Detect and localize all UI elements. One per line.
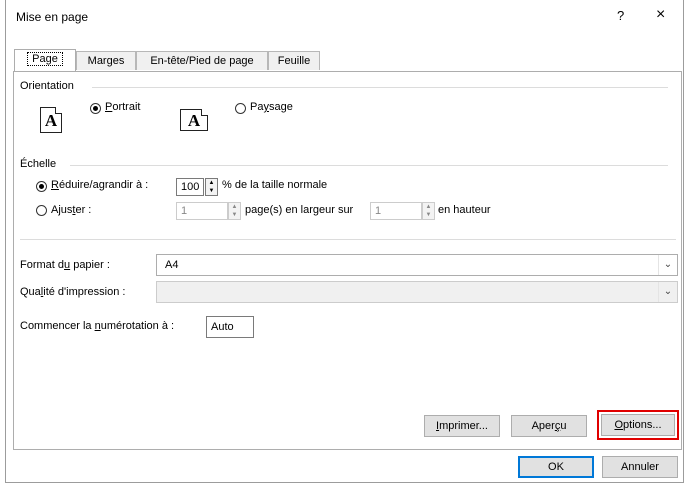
reduce-percent-spinner[interactable]: ▲ ▼: [205, 178, 218, 196]
chevron-down-icon: ⌄: [658, 282, 677, 302]
orientation-label: Orientation: [20, 80, 74, 92]
print-button[interactable]: Imprimer...: [424, 415, 500, 437]
chevron-down-icon: ⌄: [658, 255, 677, 275]
cancel-button[interactable]: Annuler: [602, 456, 678, 478]
fit-height-suffix: en hauteur: [438, 204, 491, 216]
numbering-label: Commencer la numérotation à :: [20, 320, 175, 332]
help-button[interactable]: ?: [617, 8, 624, 23]
fit-height-input[interactable]: 1: [370, 202, 422, 220]
close-button[interactable]: ×: [656, 6, 665, 24]
reduce-suffix: % de la taille normale: [222, 179, 328, 191]
fit-radio[interactable]: [36, 205, 47, 216]
reduce-radio[interactable]: [36, 181, 47, 192]
ok-button[interactable]: OK: [518, 456, 594, 478]
landscape-page-icon: A: [180, 109, 208, 131]
fit-width-input[interactable]: 1: [176, 202, 228, 220]
portrait-radio[interactable]: [90, 103, 101, 114]
tab-entete-pied[interactable]: En-tête/Pied de page: [136, 51, 268, 70]
tab-page[interactable]: Page: [14, 49, 76, 72]
numbering-start-input[interactable]: Auto: [206, 316, 254, 338]
print-quality-select[interactable]: ⌄: [156, 281, 678, 303]
portrait-label[interactable]: Portrait: [105, 101, 140, 113]
tab-feuille[interactable]: Feuille: [268, 51, 320, 70]
scale-separator: [70, 165, 668, 166]
paysage-radio[interactable]: [235, 103, 246, 114]
fit-width-spinner[interactable]: ▲ ▼: [228, 202, 241, 220]
reduce-label[interactable]: Réduire/agrandir à :: [51, 179, 148, 191]
fit-height-spinner[interactable]: ▲ ▼: [422, 202, 435, 220]
preview-button[interactable]: Aperçu: [511, 415, 587, 437]
paper-format-select[interactable]: A4 ⌄: [156, 254, 678, 276]
tab-marges[interactable]: Marges: [76, 51, 136, 70]
options-button[interactable]: Options...: [601, 414, 675, 436]
portrait-page-icon: A: [40, 107, 62, 133]
title-bar: [6, 0, 683, 34]
dialog-title: Mise en page: [16, 10, 89, 24]
fit-width-suffix: page(s) en largeur sur: [245, 204, 354, 216]
scale-label: Échelle: [20, 158, 57, 170]
print-quality-label: Qualité d'impression :: [20, 286, 126, 298]
orientation-separator: [92, 87, 668, 88]
section-separator: [20, 239, 676, 240]
reduce-percent-input[interactable]: 100: [176, 178, 204, 196]
fit-label[interactable]: Ajuster :: [51, 204, 91, 216]
paysage-label[interactable]: Paysage: [250, 101, 293, 113]
paper-format-label: Format du papier :: [20, 259, 110, 271]
